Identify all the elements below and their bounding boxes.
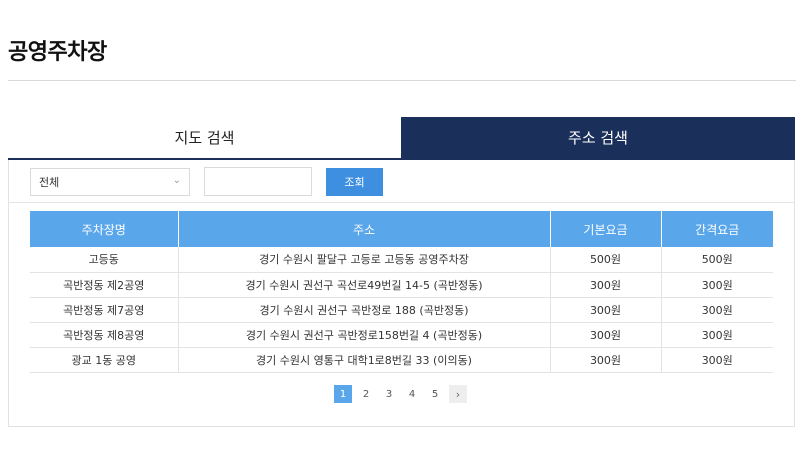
cell-address: 경기 수원시 권선구 곡선로49번길 14-5 (곡반정동) [178,272,551,298]
table-row[interactable]: 광교 1동 공영 경기 수원시 영통구 대학1로8번길 33 (이의동) 300… [30,347,773,373]
table-header-row: 주차장명 주소 기본요금 간격요금 [30,211,773,247]
tab-address-search[interactable]: 주소 검색 [401,117,795,158]
cell-lot-name: 곡반정동 제7공영 [30,297,179,323]
page-3-button[interactable]: 3 [380,385,398,403]
cell-interval-fee: 300원 [661,297,773,323]
filter-divider [8,202,795,203]
parking-table: 주차장명 주소 기본요금 간격요금 고등동 경기 수원시 팔달구 고등로 고등동… [30,211,773,373]
region-select-value: 전체 [39,176,60,189]
cell-lot-name: 곡반정동 제8공영 [30,322,179,348]
cell-interval-fee: 300원 [661,347,773,373]
cell-address: 경기 수원시 권선구 곡반정로158번길 4 (곡반정동) [178,322,551,348]
cell-interval-fee: 500원 [661,247,773,273]
page-5-button[interactable]: 5 [426,385,444,403]
page-4-button[interactable]: 4 [403,385,421,403]
cell-base-fee: 300원 [550,297,662,323]
cell-address: 경기 수원시 팔달구 고등로 고등동 공영주차장 [178,247,551,273]
pagination: 1 2 3 4 5 › [334,385,472,403]
page-1-button[interactable]: 1 [334,385,352,403]
page-title: 공영주차장 [8,40,107,65]
cell-interval-fee: 300원 [661,272,773,298]
title-divider [8,80,796,81]
cell-interval-fee: 300원 [661,322,773,348]
table-row[interactable]: 곡반정동 제2공영 경기 수원시 권선구 곡선로49번길 14-5 (곡반정동)… [30,272,773,298]
cell-base-fee: 300원 [550,347,662,373]
page-2-button[interactable]: 2 [357,385,375,403]
cell-address: 경기 수원시 영통구 대학1로8번길 33 (이의동) [178,347,551,373]
tab-map-search[interactable]: 지도 검색 [8,117,401,158]
cell-lot-name: 곡반정동 제2공영 [30,272,179,298]
cell-base-fee: 300원 [550,322,662,348]
cell-lot-name: 고등동 [30,247,179,273]
header-lot-name: 주차장명 [30,211,179,247]
search-button[interactable]: 조회 [326,168,383,196]
region-select[interactable]: 전체 ⌄ [30,168,190,196]
cell-base-fee: 500원 [550,247,662,273]
chevron-down-icon: ⌄ [172,175,181,186]
keyword-input[interactable] [204,167,312,196]
chevron-right-icon[interactable]: › [449,385,467,403]
table-row[interactable]: 곡반정동 제7공영 경기 수원시 권선구 곡반정로 188 (곡반정동) 300… [30,297,773,323]
header-base-fee: 기본요금 [550,211,662,247]
header-address: 주소 [178,211,551,247]
cell-address: 경기 수원시 권선구 곡반정로 188 (곡반정동) [178,297,551,323]
cell-lot-name: 광교 1동 공영 [30,347,179,373]
search-tabs: 지도 검색 주소 검색 [8,117,795,160]
cell-base-fee: 300원 [550,272,662,298]
table-row[interactable]: 곡반정동 제8공영 경기 수원시 권선구 곡반정로158번길 4 (곡반정동) … [30,322,773,348]
header-interval-fee: 간격요금 [661,211,773,247]
table-row[interactable]: 고등동 경기 수원시 팔달구 고등로 고등동 공영주차장 500원 500원 [30,247,773,273]
